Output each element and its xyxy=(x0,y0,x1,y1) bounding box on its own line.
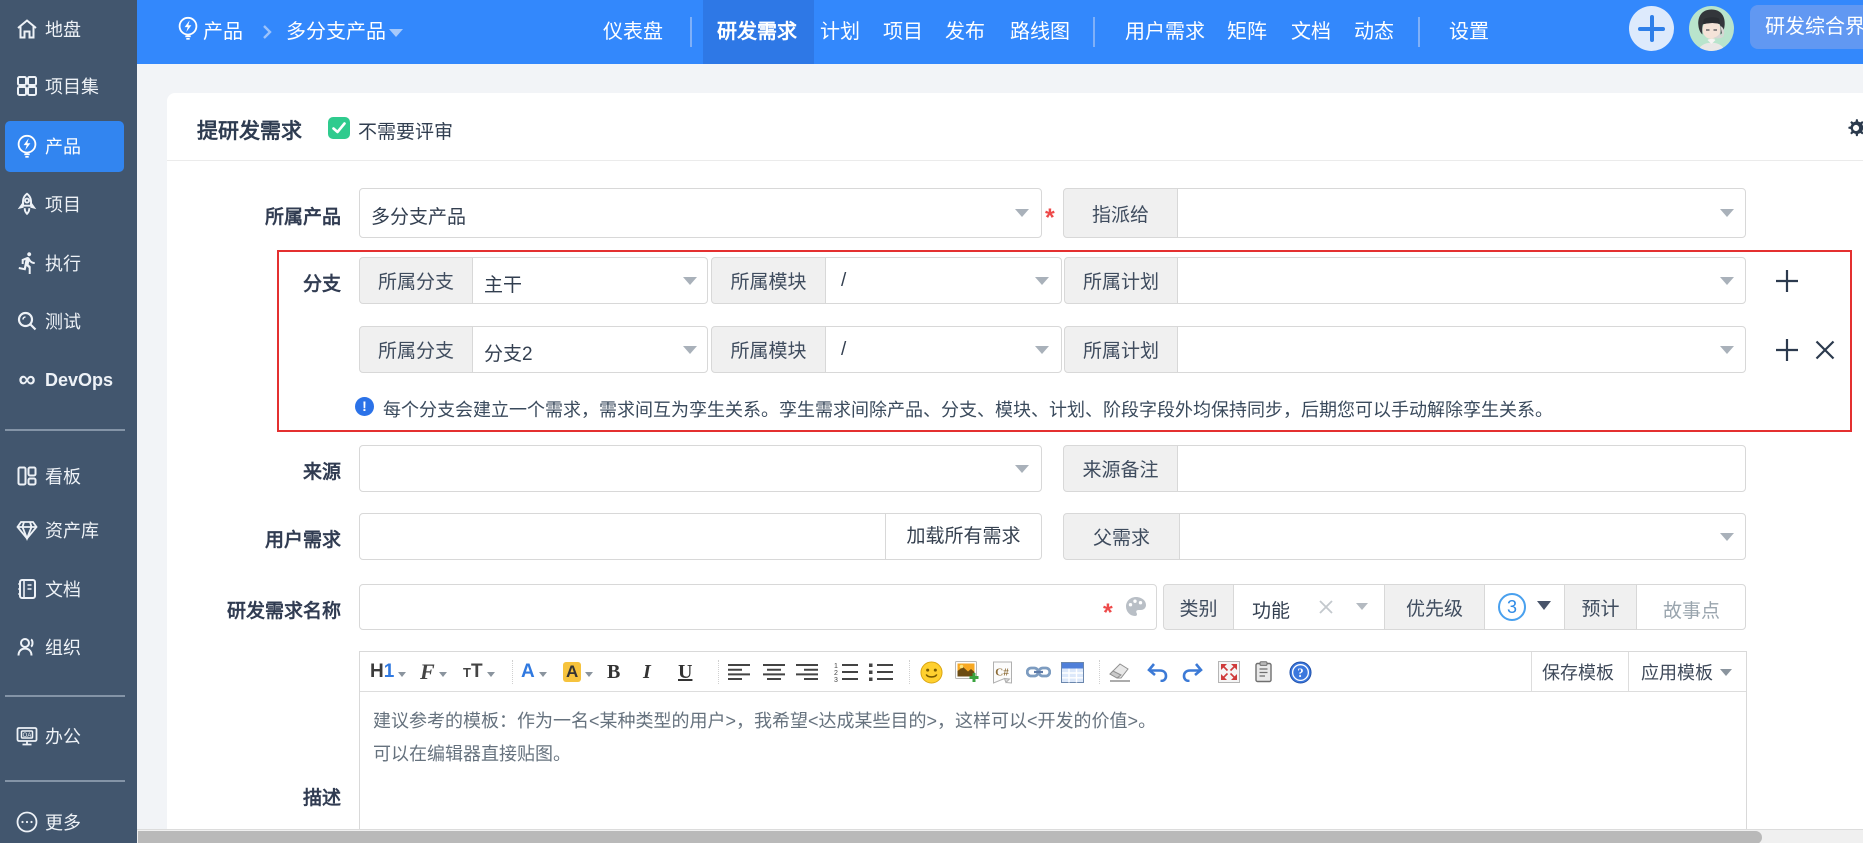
svg-text:1: 1 xyxy=(834,663,838,670)
svg-text:?: ? xyxy=(1297,666,1303,680)
svg-text:2: 2 xyxy=(834,670,838,677)
svg-text:C#: C# xyxy=(995,666,1009,678)
svg-text:3: 3 xyxy=(834,677,838,682)
svg-text:OA: OA xyxy=(23,733,32,739)
